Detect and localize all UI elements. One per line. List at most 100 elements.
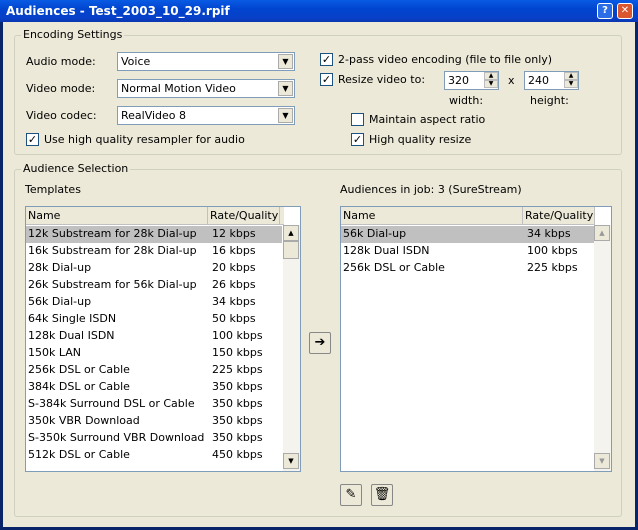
resize-checkbox[interactable]: ✓ [320,73,333,86]
audience-rate: 26 kbps [212,278,256,291]
list-item[interactable]: 64k Single ISDN 50 kbps [26,311,282,328]
height-label: height: [530,94,569,107]
column-rate-header[interactable]: Rate/Quality [523,207,595,225]
aspect-ratio-label: Maintain aspect ratio [369,113,486,126]
audience-name: 56k Dial-up [28,295,92,308]
add-audience-button[interactable]: ➔ [309,332,331,354]
chevron-down-icon[interactable]: ▼ [278,81,293,96]
audience-name: 256k DSL or Cable [28,363,130,376]
in-job-list-header: Name Rate/Quality [341,207,595,225]
list-item[interactable]: S-384k Surround DSL or Cable 350 kbps [26,396,282,413]
list-item[interactable]: 256k DSL or Cable 225 kbps [341,260,597,277]
resampler-checkbox[interactable]: ✓ [26,133,39,146]
audiences-window: Audiences - Test_2003_10_29.rpif ? ✕ Enc… [0,0,638,530]
width-up-icon[interactable]: ▲ [484,72,498,80]
audience-rate: 350 kbps [212,414,263,427]
height-stepper[interactable]: 240 ▲ ▼ [524,71,579,90]
audio-mode-select[interactable]: Voice ▼ [117,52,295,71]
audience-rate: 450 kbps [212,448,263,461]
templates-list-header: Name Rate/Quality [26,207,284,225]
audience-rate: 50 kbps [212,312,256,325]
scroll-up-icon[interactable]: ▲ [283,225,299,241]
height-down-icon[interactable]: ▼ [564,80,578,88]
width-value: 320 [448,74,469,87]
twopass-checkbox[interactable]: ✓ [320,53,333,66]
chevron-down-icon[interactable]: ▼ [278,54,293,69]
size-separator: x [508,74,515,87]
list-item[interactable]: 56k Dial-up 34 kbps [26,294,282,311]
scroll-thumb[interactable] [283,241,299,259]
list-item[interactable]: 128k Dual ISDN 100 kbps [26,328,282,345]
audience-name: 128k Dual ISDN [343,244,430,257]
list-item[interactable]: 16k Substream for 28k Dial-up 16 kbps [26,243,282,260]
audience-rate: 350 kbps [212,397,263,410]
column-name-header[interactable]: Name [26,207,208,225]
audience-rate: 12 kbps [212,227,256,240]
audience-rate: 350 kbps [212,431,263,444]
audience-rate: 150 kbps [212,346,263,359]
column-name-header[interactable]: Name [341,207,523,225]
video-mode-label: Video mode: [26,82,96,95]
audience-rate: 225 kbps [212,363,263,376]
height-value: 240 [528,74,549,87]
list-item[interactable]: 12k Substream for 28k Dial-up 12 kbps [26,226,282,243]
audience-name: 512k DSL or Cable [28,448,130,461]
audience-rate: 20 kbps [212,261,256,274]
list-item[interactable]: 26k Substream for 56k Dial-up 26 kbps [26,277,282,294]
in-job-scrollbar[interactable]: ▲ ▼ [594,225,611,471]
width-down-icon[interactable]: ▼ [484,80,498,88]
list-item[interactable]: 28k Dial-up 20 kbps [26,260,282,277]
video-mode-select[interactable]: Normal Motion Video ▼ [117,79,295,98]
audience-name: 16k Substream for 28k Dial-up [28,244,197,257]
chevron-down-icon[interactable]: ▼ [278,108,293,123]
audience-name: 256k DSL or Cable [343,261,445,274]
scroll-up-icon[interactable]: ▲ [594,225,610,241]
help-button[interactable]: ? [597,3,613,19]
list-item[interactable]: 150k LAN 150 kbps [26,345,282,362]
title-bar[interactable]: Audiences - Test_2003_10_29.rpif ? ✕ [0,0,638,22]
audience-name: 384k DSL or Cable [28,380,130,393]
audience-selection-label: Audience Selection [21,162,131,175]
delete-audience-button[interactable]: 🗑 [371,484,393,506]
audience-name: 64k Single ISDN [28,312,117,325]
audience-name: 56k Dial-up [343,227,407,240]
audience-rate: 34 kbps [527,227,571,240]
list-item[interactable]: 256k DSL or Cable 225 kbps [26,362,282,379]
list-item[interactable]: 350k VBR Download 350 kbps [26,413,282,430]
audience-rate: 100 kbps [527,244,578,257]
audience-rate: 16 kbps [212,244,256,257]
audience-name: 350k VBR Download [28,414,140,427]
width-stepper[interactable]: 320 ▲ ▼ [444,71,499,90]
audience-name: S-350k Surround VBR Download [28,431,205,444]
audio-mode-label: Audio mode: [26,55,96,68]
column-rate-header[interactable]: Rate/Quality [208,207,280,225]
scroll-down-icon[interactable]: ▼ [283,453,299,469]
resampler-label: Use high quality resampler for audio [44,133,245,146]
resize-label: Resize video to: [338,73,426,86]
scroll-down-icon[interactable]: ▼ [594,453,610,469]
list-item[interactable]: 384k DSL or Cable 350 kbps [26,379,282,396]
templates-list[interactable]: Name Rate/Quality 12k Substream for 28k … [25,206,301,472]
video-codec-label: Video codec: [26,109,97,122]
hq-resize-checkbox[interactable]: ✓ [351,133,364,146]
templates-scrollbar[interactable]: ▲ ▼ [283,225,300,471]
dialog-client: Encoding Settings Audio mode: Voice ▼ Vi… [3,22,635,527]
audience-name: 150k LAN [28,346,81,359]
arrow-right-icon: ➔ [314,335,326,350]
list-item[interactable]: 512k DSL or Cable 450 kbps [26,447,282,464]
edit-audience-button[interactable]: ✎ [340,484,362,506]
pencil-icon: ✎ [345,487,357,502]
encoding-settings-label: Encoding Settings [21,28,125,41]
video-codec-select[interactable]: RealVideo 8 ▼ [117,106,295,125]
audience-name: 12k Substream for 28k Dial-up [28,227,197,240]
list-item[interactable]: 128k Dual ISDN 100 kbps [341,243,597,260]
audience-name: S-384k Surround DSL or Cable [28,397,195,410]
window-title: Audiences - Test_2003_10_29.rpif [6,4,230,18]
aspect-ratio-checkbox[interactable] [351,113,364,126]
close-button[interactable]: ✕ [617,3,633,19]
list-item[interactable]: S-350k Surround VBR Download 350 kbps [26,430,282,447]
audience-name: 28k Dial-up [28,261,92,274]
height-up-icon[interactable]: ▲ [564,72,578,80]
list-item[interactable]: 56k Dial-up 34 kbps [341,226,597,243]
audiences-in-job-list[interactable]: Name Rate/Quality 56k Dial-up 34 kbps 128k… [340,206,612,472]
